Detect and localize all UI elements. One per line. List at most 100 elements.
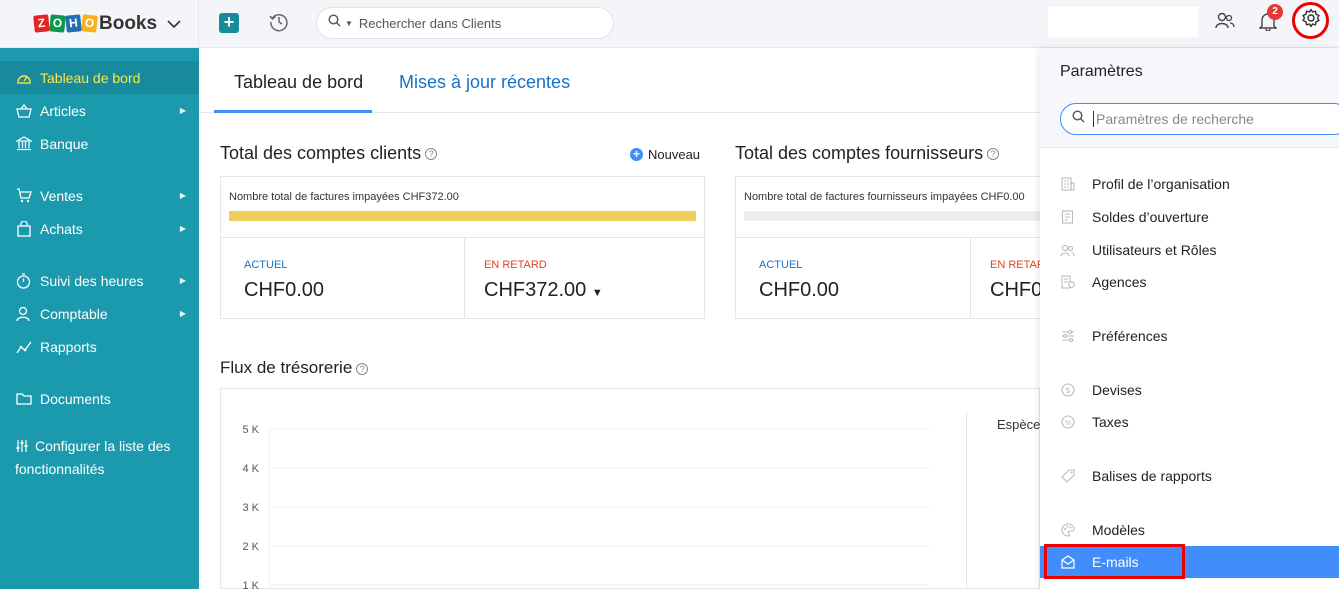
currency-icon: $ (1060, 383, 1075, 398)
caret-down-icon[interactable]: ▼ (592, 287, 603, 299)
accountant-icon (15, 305, 32, 322)
receivables-overdue[interactable]: EN RETARD CHF372.00 ▼ (464, 238, 704, 319)
receivables-card: Nombre total de factures impayées CHF372… (220, 176, 705, 319)
basket-icon (15, 102, 32, 119)
sidebar-item-label: Ventes (40, 187, 83, 204)
settings-item-preferences[interactable]: Préférences (1040, 320, 1339, 352)
help-icon[interactable]: ? (356, 362, 369, 375)
svg-text:%: % (1064, 419, 1071, 427)
sliders-icon (15, 438, 29, 459)
percent-icon: % (1060, 415, 1075, 430)
users-icon[interactable] (1215, 12, 1235, 35)
logo-letter: H (65, 14, 82, 33)
sidebar-item-articles[interactable]: Articles ▶ (0, 94, 199, 127)
payables-progress-bar (744, 211, 1047, 221)
tab-dashboard[interactable]: Tableau de bord (234, 72, 363, 93)
search-scope-dropdown-icon[interactable]: ▼ (345, 19, 353, 28)
building-icon (1060, 177, 1075, 192)
help-icon[interactable]: ? (425, 148, 438, 161)
configure-features-label: Configurer la liste des fonctionnalités (15, 438, 171, 477)
new-button-label: Nouveau (648, 147, 701, 162)
sidebar-item-achats[interactable]: Achats ▶ (0, 212, 199, 245)
chevron-right-icon: ▶ (179, 191, 186, 200)
settings-item-label: Modèles (1092, 522, 1145, 538)
palette-icon (1060, 523, 1075, 538)
logo-letter: O (81, 14, 98, 33)
settings-search[interactable] (1060, 103, 1339, 135)
sidebar-item-banque[interactable]: Banque (0, 127, 199, 160)
settings-item-opening-balances[interactable]: Soldes d’ouverture (1040, 201, 1339, 233)
sidebar-item-ventes[interactable]: Ventes ▶ (0, 179, 199, 212)
cart-icon (15, 187, 32, 204)
app-logo[interactable]: Z O H O Books (0, 0, 199, 48)
bag-icon (15, 220, 32, 237)
settings-panel: Paramètres Profil de l’organisation Sold… (1040, 48, 1339, 589)
global-search[interactable]: ▼ (316, 7, 614, 39)
y-tick-label: 2 K (242, 541, 259, 553)
tag-icon (1060, 469, 1075, 484)
overdue-value: CHF372.00 ▼ (484, 279, 704, 302)
dashboard-main: Tableau de bord Mises à jour récentes To… (199, 48, 1055, 589)
settings-item-label: Préférences (1092, 328, 1168, 344)
active-tab-indicator (214, 110, 372, 113)
cashflow-chart: 5 K 4 K 3 K 2 K 1 K Espèce (220, 388, 1040, 589)
cashflow-title-text: Flux de trésorerie (220, 358, 353, 377)
configure-features-link[interactable]: Configurer la liste des fonctionnalités (0, 436, 199, 480)
settings-item-label: Utilisateurs et Rôles (1092, 242, 1217, 258)
search-input[interactable] (358, 15, 589, 31)
y-tick-label: 4 K (242, 463, 259, 475)
sidebar-item-documents[interactable]: Documents (0, 382, 199, 415)
chart-divider (966, 412, 967, 589)
sidebar-item-label: Suivi des heures (40, 272, 144, 289)
sidebar-item-label: Banque (40, 135, 89, 152)
quick-create-button[interactable]: + (219, 13, 239, 33)
settings-panel-title: Paramètres (1060, 63, 1143, 80)
sidebar-item-comptable[interactable]: Comptable ▶ (0, 297, 199, 330)
unpaid-bills-label: Nombre total de factures fournisseurs im… (744, 191, 1025, 203)
logo-letter: O (49, 14, 66, 33)
y-tick-label: 5 K (242, 424, 259, 436)
emails-highlight-frame (1044, 544, 1185, 579)
current-value: CHF0.00 (244, 279, 325, 301)
settings-item-label: Agences (1092, 274, 1147, 290)
cashflow-chart-svg: 5 K 4 K 3 K 2 K 1 K (242, 424, 929, 589)
tab-recent-updates[interactable]: Mises à jour récentes (399, 72, 570, 93)
sidebar-item-label: Tableau de bord (40, 69, 141, 86)
settings-item-label: Taxes (1092, 414, 1129, 430)
current-label: ACTUEL (759, 259, 803, 271)
sidebar-item-rapports[interactable]: Rapports (0, 330, 199, 363)
new-invoice-button[interactable]: + Nouveau (630, 147, 700, 162)
settings-item-templates[interactable]: Modèles (1040, 514, 1339, 546)
history-icon[interactable] (269, 12, 289, 32)
help-icon[interactable]: ? (987, 148, 1000, 161)
sidebar-nav: Tableau de bord Articles ▶ Banque Ventes… (0, 48, 199, 480)
settings-item-branches[interactable]: Agences (1040, 266, 1339, 298)
cash-legend-label: Espèce (997, 417, 1041, 432)
chevron-down-icon[interactable] (167, 16, 181, 32)
settings-item-organization-profile[interactable]: Profil de l’organisation (1040, 168, 1339, 200)
settings-item-reporting-tags[interactable]: Balises de rapports (1040, 460, 1339, 492)
sidebar-item-suivi-des-heures[interactable]: Suivi des heures ▶ (0, 264, 199, 297)
settings-search-input[interactable] (1096, 111, 1336, 127)
logo-letter: Z (33, 14, 50, 33)
ledger-icon (1060, 210, 1075, 225)
settings-item-label: Soldes d’ouverture (1092, 209, 1209, 225)
settings-item-currencies[interactable]: $ Devises (1040, 374, 1339, 406)
branch-icon (1060, 275, 1075, 290)
settings-panel-header: Paramètres (1040, 48, 1339, 148)
settings-gear-button[interactable] (1292, 2, 1329, 39)
sidebar-item-label: Documents (40, 390, 111, 407)
sidebar-item-dashboard[interactable]: Tableau de bord (0, 61, 199, 94)
chevron-right-icon: ▶ (179, 276, 186, 285)
settings-item-users-roles[interactable]: Utilisateurs et Rôles (1040, 234, 1339, 266)
y-tick-label: 1 K (242, 580, 259, 589)
settings-item-taxes[interactable]: % Taxes (1040, 406, 1339, 438)
settings-item-label: Devises (1092, 382, 1142, 398)
settings-item-label: Profil de l’organisation (1092, 176, 1230, 192)
organization-switcher[interactable] (1048, 7, 1198, 37)
chevron-right-icon: ▶ (179, 309, 186, 318)
sidebar-item-label: Articles (40, 102, 86, 119)
zoho-logo: Z O H O (33, 14, 98, 33)
payables-title-text: Total des comptes fournisseurs (735, 143, 984, 163)
receivables-title: Total des comptes clients? (220, 143, 438, 164)
